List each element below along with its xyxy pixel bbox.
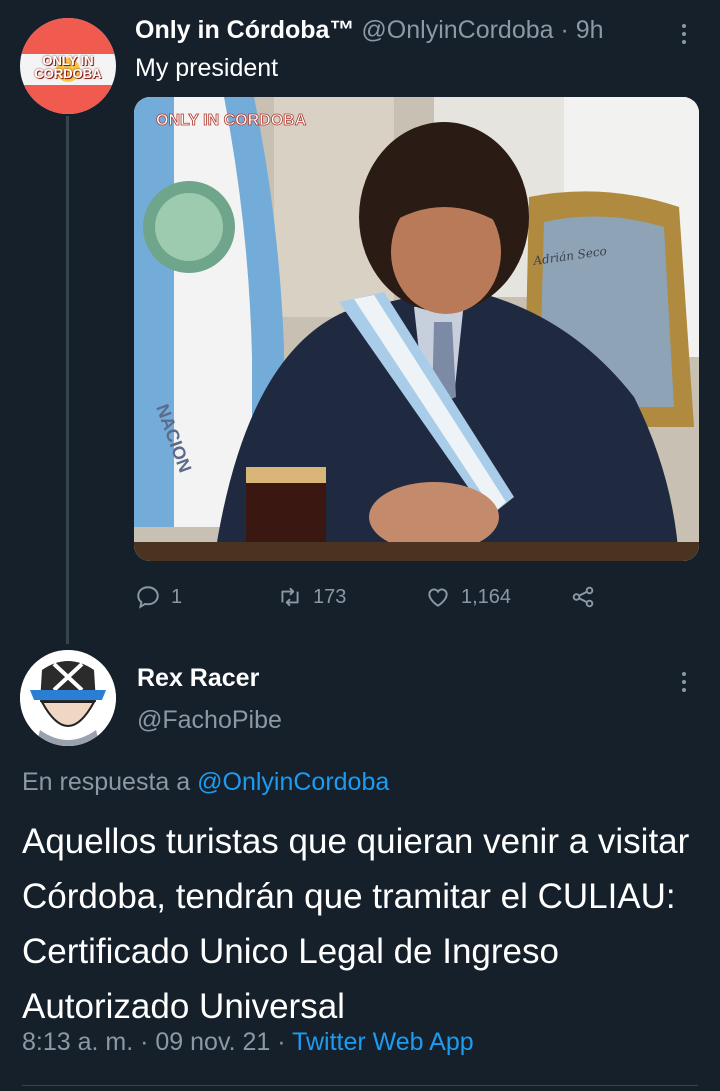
more-icon[interactable] <box>672 20 696 48</box>
tweet2-time[interactable]: 8:13 a. m. <box>22 1028 133 1056</box>
image-watermark: ONLY IN CORDOBA <box>156 112 307 129</box>
meta-dot: · <box>270 1028 293 1056</box>
tweet1-time[interactable]: 9h <box>576 16 604 44</box>
share-icon <box>572 586 594 608</box>
tweet2-display-name[interactable]: Rex Racer <box>137 664 259 693</box>
avatar-illustration <box>20 650 116 746</box>
like-icon <box>428 588 448 607</box>
share-button[interactable] <box>570 580 606 614</box>
president-photo: NACION ONLY IN CORDOBA Adrián Seco <box>134 97 699 561</box>
tweet2-source-link[interactable]: Twitter Web App <box>292 1028 474 1056</box>
reply-button[interactable]: 1 <box>135 580 182 614</box>
tweet1-image[interactable]: NACION ONLY IN CORDOBA Adrián Seco <box>134 97 699 561</box>
tweet2-meta: 8:13 a. m. · 09 nov. 21 · Twitter Web Ap… <box>22 1028 474 1057</box>
tweet1-text: My president <box>135 54 279 82</box>
reply-icon <box>137 586 159 609</box>
more-icon[interactable] <box>672 668 696 696</box>
avatar-logo-text: ONLY IN CORDOBA <box>34 53 102 81</box>
tweet1-handle[interactable]: @OnlyinCordoba <box>361 16 553 44</box>
reply-context: En respuesta a @OnlyinCordoba <box>22 768 389 797</box>
divider <box>22 1085 698 1086</box>
meta-dot: · <box>133 1028 156 1056</box>
retweet-count: 173 <box>313 585 347 608</box>
tweet1-header: Only in Córdoba™ @OnlyinCordoba · 9h <box>135 16 604 45</box>
reply-to-link[interactable]: @OnlyinCordoba <box>197 768 389 796</box>
retweet-icon <box>281 587 299 607</box>
thread-connector-line <box>66 116 69 644</box>
avatar-onlyincordoba[interactable]: ONLY IN CORDOBA <box>20 18 116 114</box>
tweet1-action-bar: 1 173 1,164 <box>135 580 615 614</box>
reply-count: 1 <box>171 585 183 608</box>
tweet2-text: Aquellos turistas que quieran venir a vi… <box>22 822 690 1026</box>
avatar-rexracer[interactable] <box>20 650 116 746</box>
reply-prefix: En respuesta a <box>22 768 198 796</box>
like-count: 1,164 <box>461 585 512 608</box>
like-button[interactable]: 1,164 <box>425 580 511 614</box>
tweet2-handle[interactable]: @FachoPibe <box>137 706 282 735</box>
tweet1-separator: · <box>553 16 576 44</box>
tweet1-display-name[interactable]: Only in Córdoba™ <box>135 16 354 44</box>
tweet2-date[interactable]: 09 nov. 21 <box>155 1028 270 1056</box>
retweet-button[interactable]: 173 <box>277 580 346 614</box>
